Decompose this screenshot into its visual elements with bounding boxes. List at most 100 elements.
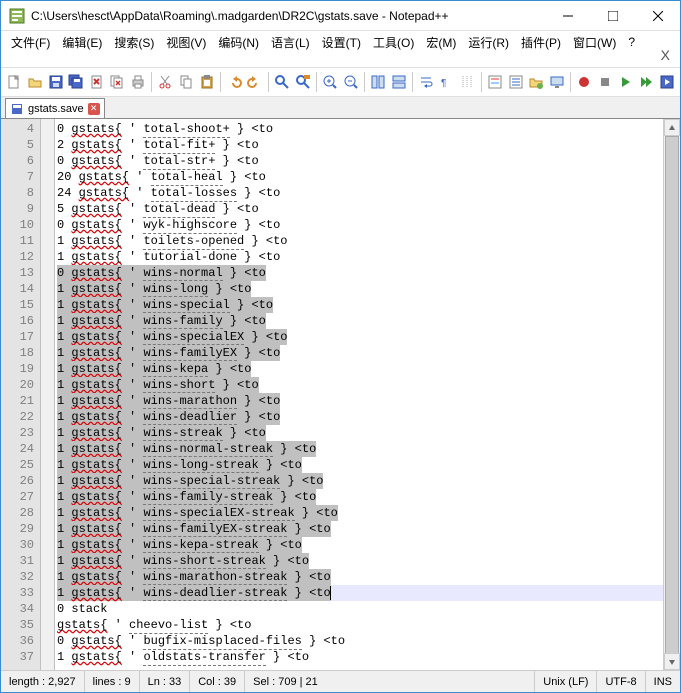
status-insert-mode[interactable]: INS <box>646 671 680 692</box>
code-line[interactable]: 1 gstats{ ' wins-long } <to <box>57 281 663 297</box>
statusbar: length : 2,927 lines : 9 Ln : 33 Col : 3… <box>1 670 680 692</box>
code-line[interactable]: 1 gstats{ ' wins-kepa-streak } <to <box>57 537 663 553</box>
code-line[interactable]: 1 gstats{ ' wins-marathon-streak } <to <box>57 569 663 585</box>
status-encoding[interactable]: UTF-8 <box>597 671 645 692</box>
tab-close-icon[interactable]: ✕ <box>88 103 100 115</box>
code-line[interactable]: 0 gstats{ ' total-str+ } <to <box>57 153 663 169</box>
code-line[interactable]: 1 gstats{ ' wins-familyEX-streak } <to <box>57 521 663 537</box>
code-line[interactable]: 1 gstats{ ' wins-deadlier-streak } <to <box>57 585 663 601</box>
scrollbar-thumb[interactable] <box>665 136 679 656</box>
sync-h-icon[interactable] <box>390 71 409 93</box>
doc-map-icon[interactable] <box>486 71 505 93</box>
code-line[interactable]: 1 gstats{ ' wins-familyEX } <to <box>57 345 663 361</box>
vertical-scrollbar[interactable] <box>663 119 680 670</box>
code-line[interactable]: 20 gstats{ ' total-heal } <to <box>57 169 663 185</box>
menu-tools[interactable]: 工具(O) <box>367 32 420 53</box>
line-number-gutter: 4567891011121314151617181920212223242526… <box>1 119 41 670</box>
editor[interactable]: 4567891011121314151617181920212223242526… <box>1 119 680 670</box>
code-line[interactable]: 1 gstats{ ' wins-kepa } <to <box>57 361 663 377</box>
new-file-icon[interactable] <box>5 71 24 93</box>
code-line[interactable]: 0 gstats{ ' wyk-highscore } <to <box>57 217 663 233</box>
code-line[interactable]: 1 gstats{ ' wins-short-streak } <to <box>57 553 663 569</box>
menu-run[interactable]: 运行(R) <box>462 32 515 53</box>
code-line[interactable]: 1 gstats{ ' wins-specialEX-streak } <to <box>57 505 663 521</box>
copy-icon[interactable] <box>177 71 196 93</box>
zoom-in-icon[interactable] <box>321 71 340 93</box>
file-tab-label: gstats.save <box>28 103 84 115</box>
file-tab[interactable]: gstats.save ✕ <box>5 98 105 118</box>
indent-guide-icon[interactable] <box>458 71 477 93</box>
code-line[interactable]: 1 gstats{ ' oldstats-transfer } <to <box>57 649 663 665</box>
minimize-button[interactable] <box>545 1 590 30</box>
menu-window[interactable]: 窗口(W) <box>567 32 622 53</box>
code-line[interactable]: 2 gstats{ ' total-fit+ } <to <box>57 137 663 153</box>
menu-encoding[interactable]: 编码(N) <box>212 32 265 53</box>
wordwrap-icon[interactable] <box>417 71 436 93</box>
code-line[interactable]: 0 stack <box>57 601 663 617</box>
window-title: C:\Users\hesct\AppData\Roaming\.madgarde… <box>31 9 545 23</box>
code-line[interactable]: 1 gstats{ ' wins-streak } <to <box>57 425 663 441</box>
close-all-icon[interactable] <box>108 71 127 93</box>
code-line[interactable]: gstats{ ' cheevo-list } <to <box>57 617 663 633</box>
close-button[interactable] <box>635 1 680 30</box>
code-line[interactable]: 1 gstats{ ' wins-short } <to <box>57 377 663 393</box>
find-icon[interactable] <box>273 71 292 93</box>
close-file-icon[interactable] <box>87 71 106 93</box>
menu-macro[interactable]: 宏(M) <box>420 32 462 53</box>
save-macro-icon[interactable] <box>657 71 676 93</box>
code-line[interactable]: 1 gstats{ ' wins-family-streak } <to <box>57 489 663 505</box>
code-line[interactable]: 0 gstats{ ' wins-normal } <to <box>57 265 663 281</box>
menu-view[interactable]: 视图(V) <box>160 32 212 53</box>
record-macro-icon[interactable] <box>575 71 594 93</box>
menu-search[interactable]: 搜索(S) <box>108 32 160 53</box>
play-multi-icon[interactable] <box>637 71 656 93</box>
menu-file[interactable]: 文件(F) <box>5 32 56 53</box>
code-line[interactable]: 0 gstats{ ' bugfix-misplaced-files } <to <box>57 633 663 649</box>
menu-language[interactable]: 语言(L) <box>265 32 316 53</box>
scroll-up-icon[interactable] <box>664 119 680 136</box>
redo-icon[interactable] <box>245 71 264 93</box>
show-all-chars-icon[interactable]: ¶ <box>438 71 457 93</box>
status-eol[interactable]: Unix (LF) <box>535 671 597 692</box>
code-line[interactable]: 5 gstats{ ' total-dead } <to <box>57 201 663 217</box>
menu-edit[interactable]: 编辑(E) <box>56 32 108 53</box>
save-icon[interactable] <box>46 71 65 93</box>
save-all-icon[interactable] <box>67 71 86 93</box>
func-list-icon[interactable] <box>506 71 525 93</box>
cut-icon[interactable] <box>156 71 175 93</box>
code-line[interactable]: 1 gstats{ ' wins-deadlier } <to <box>57 409 663 425</box>
file-tab-icon <box>10 102 24 116</box>
app-icon <box>9 8 25 24</box>
scroll-down-icon[interactable] <box>664 653 680 670</box>
sync-v-icon[interactable] <box>369 71 388 93</box>
replace-icon[interactable] <box>293 71 312 93</box>
code-line[interactable]: 1 gstats{ ' wins-specialEX } <to <box>57 329 663 345</box>
undo-icon[interactable] <box>225 71 244 93</box>
zoom-out-icon[interactable] <box>341 71 360 93</box>
code-line[interactable]: 1 gstats{ ' wins-long-streak } <to <box>57 457 663 473</box>
menu-settings[interactable]: 设置(T) <box>316 32 367 53</box>
print-icon[interactable] <box>129 71 148 93</box>
code-line[interactable]: 1 gstats{ ' wins-special-streak } <to <box>57 473 663 489</box>
open-file-icon[interactable] <box>26 71 45 93</box>
code-line[interactable]: 1 gstats{ ' toilets-opened } <to <box>57 233 663 249</box>
code-line[interactable]: 1 gstats{ ' wins-family } <to <box>57 313 663 329</box>
paste-icon[interactable] <box>197 71 216 93</box>
menu-help[interactable]: ? <box>622 33 641 51</box>
code-line[interactable]: 1 gstats{ ' wins-special } <to <box>57 297 663 313</box>
code-area[interactable]: 0 gstats{ ' total-shoot+ } <to2 gstats{ … <box>55 119 663 670</box>
menubar-close-icon[interactable]: X <box>661 47 670 63</box>
monitor-icon[interactable] <box>547 71 566 93</box>
code-line[interactable]: 1 gstats{ ' wins-marathon } <to <box>57 393 663 409</box>
stop-macro-icon[interactable] <box>595 71 614 93</box>
code-line[interactable]: 0 gstats{ ' total-shoot+ } <to <box>57 121 663 137</box>
code-line[interactable]: 1 gstats{ ' wins-normal-streak } <to <box>57 441 663 457</box>
code-line[interactable]: 1 gstats{ ' tutorial-done } <to <box>57 249 663 265</box>
folder-workspace-icon[interactable] <box>527 71 546 93</box>
code-line[interactable]: 24 gstats{ ' total-losses } <to <box>57 185 663 201</box>
menu-plugins[interactable]: 插件(P) <box>515 32 567 53</box>
play-macro-icon[interactable] <box>616 71 635 93</box>
tabbar: gstats.save ✕ <box>1 97 680 119</box>
menubar: 文件(F) 编辑(E) 搜索(S) 视图(V) 编码(N) 语言(L) 设置(T… <box>1 31 680 53</box>
maximize-button[interactable] <box>590 1 635 30</box>
